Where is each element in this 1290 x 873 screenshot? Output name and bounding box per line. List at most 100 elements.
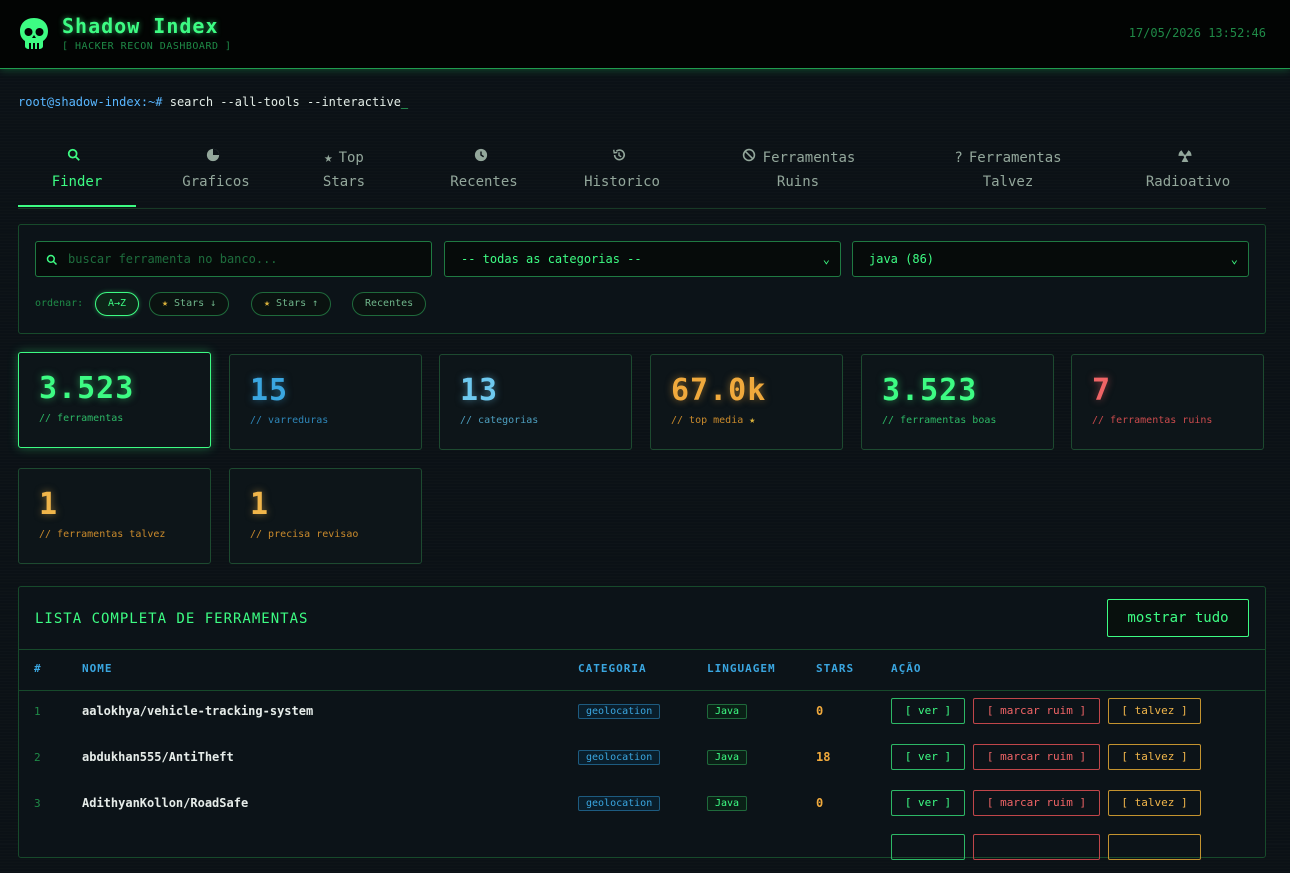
ban-icon bbox=[741, 146, 757, 170]
history-icon bbox=[611, 146, 627, 170]
tab-label: Graficos bbox=[182, 174, 250, 190]
language-badge: Java bbox=[707, 750, 748, 765]
maybe-button[interactable] bbox=[1108, 834, 1201, 860]
nav-tabs: Finder Graficos ★ Top Stars Recentes Hist… bbox=[18, 140, 1266, 209]
prompt-cursor: _ bbox=[400, 95, 409, 109]
question-icon: ? bbox=[954, 150, 963, 166]
view-button[interactable]: [ ver ] bbox=[891, 790, 965, 816]
stat-value: 67.0k bbox=[671, 373, 767, 408]
prompt-host: root@shadow-index:~# bbox=[18, 95, 163, 109]
search-placeholder: buscar ferramenta no banco... bbox=[68, 252, 278, 266]
chevron-down-icon: ⌄ bbox=[822, 252, 830, 266]
stat-label: // categorias bbox=[460, 415, 539, 426]
tab-label: Ferramentas bbox=[968, 150, 1062, 166]
sort-stars-asc-button[interactable]: ★ Stars ↑ bbox=[251, 292, 332, 316]
radiation-icon bbox=[1177, 146, 1193, 170]
star-count: 0 bbox=[816, 796, 824, 810]
stat-value: 7 bbox=[1092, 373, 1112, 408]
star-icon: ★ bbox=[749, 415, 756, 426]
star-icon: ★ bbox=[264, 298, 271, 309]
sort-stars-desc-button[interactable]: ★ Stars ↓ bbox=[149, 292, 230, 316]
clock-icon bbox=[473, 146, 489, 170]
column-header-name: NOME bbox=[82, 662, 113, 675]
view-button[interactable]: [ ver ] bbox=[891, 698, 965, 724]
show-all-button[interactable]: mostrar tudo bbox=[1107, 599, 1249, 637]
sort-label: ordenar: bbox=[35, 298, 84, 309]
skull-logo-icon bbox=[20, 18, 48, 49]
column-header-stars: STARS bbox=[816, 662, 855, 675]
table-row: 2 abdukhan555/AntiTheft geolocation Java… bbox=[19, 735, 1265, 781]
clock: 17/05/2026 13:52:46 bbox=[1128, 26, 1266, 40]
mark-bad-button[interactable]: [ marcar ruim ] bbox=[973, 744, 1100, 770]
table-row: 3 AdithyanKollon/RoadSafe geolocation Ja… bbox=[19, 781, 1265, 827]
tab-ferramentas-talvez[interactable]: ? Ferramentas Talvez bbox=[928, 140, 1088, 207]
tab-historico[interactable]: Historico bbox=[562, 140, 682, 207]
stat-label: // precisa revisao bbox=[250, 529, 359, 540]
stat-card-ferramentas-ruins[interactable]: 7 // ferramentas ruins bbox=[1071, 354, 1264, 450]
tab-top-stars[interactable]: ★ Top Stars bbox=[284, 140, 404, 207]
mark-bad-button[interactable] bbox=[973, 834, 1100, 860]
tab-finder[interactable]: Finder bbox=[18, 140, 136, 207]
stat-card-categorias[interactable]: 13 // categorias bbox=[439, 354, 632, 450]
pie-chart-icon bbox=[205, 146, 221, 170]
column-header-action: AÇÃO bbox=[891, 662, 922, 675]
stat-label: // varreduras bbox=[250, 415, 329, 426]
app-subtitle: [ HACKER RECON DASHBOARD ] bbox=[62, 41, 232, 52]
language-select[interactable]: java (86) ⌄ bbox=[852, 241, 1249, 277]
sort-az-button[interactable]: A→Z bbox=[95, 292, 140, 316]
tab-label-line2: Talvez bbox=[982, 174, 1034, 190]
table-header: # NOME CATEGORIA LINGUAGEM STARS AÇÃO bbox=[19, 649, 1265, 691]
stat-card-varreduras[interactable]: 15 // varreduras bbox=[229, 354, 422, 450]
star-icon: ★ bbox=[162, 298, 169, 309]
stat-value: 15 bbox=[250, 373, 289, 408]
app-title: Shadow Index bbox=[62, 14, 219, 38]
tab-radioativo[interactable]: Radioativo bbox=[1128, 140, 1248, 207]
sort-az-label: A→Z bbox=[108, 298, 127, 309]
row-index: 3 bbox=[34, 797, 41, 810]
category-badge: geolocation bbox=[578, 796, 661, 811]
maybe-button[interactable]: [ talvez ] bbox=[1108, 744, 1201, 770]
stat-card-precisa-revisao[interactable]: 1 // precisa revisao bbox=[229, 468, 422, 564]
tab-graficos[interactable]: Graficos bbox=[156, 140, 276, 207]
category-select[interactable]: -- todas as categorias -- ⌄ bbox=[444, 241, 841, 277]
language-badge: Java bbox=[707, 704, 748, 719]
column-header-category: CATEGORIA bbox=[578, 662, 647, 675]
sort-stars-asc-label: Stars ↑ bbox=[276, 298, 319, 309]
star-count: 18 bbox=[816, 750, 831, 764]
stat-label: // top media ★ bbox=[671, 415, 755, 426]
category-badge: geolocation bbox=[578, 704, 661, 719]
tab-label: Radioativo bbox=[1145, 174, 1231, 190]
stat-card-top-media[interactable]: 67.0k // top media ★ bbox=[650, 354, 843, 450]
stat-label: // ferramentas ruins bbox=[1092, 415, 1213, 426]
tab-label: Ferramentas bbox=[762, 150, 856, 166]
tool-name: aalokhya/vehicle-tracking-system bbox=[82, 704, 314, 718]
stat-card-ferramentas-talvez[interactable]: 1 // ferramentas talvez bbox=[18, 468, 211, 564]
table-row-partial bbox=[19, 827, 1265, 873]
category-select-value: -- todas as categorias -- bbox=[461, 252, 642, 266]
maybe-button[interactable]: [ talvez ] bbox=[1108, 790, 1201, 816]
search-input[interactable]: buscar ferramenta no banco... bbox=[35, 241, 432, 277]
column-header-language: LINGUAGEM bbox=[707, 662, 776, 675]
tab-label: Recentes bbox=[450, 174, 518, 190]
tab-label: Finder bbox=[51, 174, 103, 190]
tool-list-panel: LISTA COMPLETA DE FERRAMENTAS mostrar tu… bbox=[18, 586, 1266, 860]
mark-bad-button[interactable]: [ marcar ruim ] bbox=[973, 698, 1100, 724]
view-button[interactable] bbox=[891, 834, 965, 860]
terminal-prompt: root@shadow-index:~# search --all-tools … bbox=[18, 95, 408, 109]
stat-card-ferramentas-boas[interactable]: 3.523 // ferramentas boas bbox=[861, 354, 1054, 450]
tab-ferramentas-ruins[interactable]: Ferramentas Ruins bbox=[718, 140, 878, 207]
sort-stars-desc-label: Stars ↓ bbox=[174, 298, 217, 309]
tool-name: AdithyanKollon/RoadSafe bbox=[82, 796, 249, 810]
stat-label: // ferramentas talvez bbox=[39, 529, 166, 540]
sort-recent-button[interactable]: Recentes bbox=[352, 292, 427, 316]
view-button[interactable]: [ ver ] bbox=[891, 744, 965, 770]
stat-value: 1 bbox=[39, 487, 59, 522]
maybe-button[interactable]: [ talvez ] bbox=[1108, 698, 1201, 724]
language-select-value: java (86) bbox=[869, 252, 935, 266]
tab-recentes[interactable]: Recentes bbox=[424, 140, 544, 207]
filter-panel: buscar ferramenta no banco... -- todas a… bbox=[18, 224, 1266, 334]
stat-card-ferramentas[interactable]: 3.523 // ferramentas bbox=[18, 352, 211, 448]
row-index: 1 bbox=[34, 705, 41, 718]
mark-bad-button[interactable]: [ marcar ruim ] bbox=[973, 790, 1100, 816]
tab-label: Top bbox=[338, 150, 364, 166]
